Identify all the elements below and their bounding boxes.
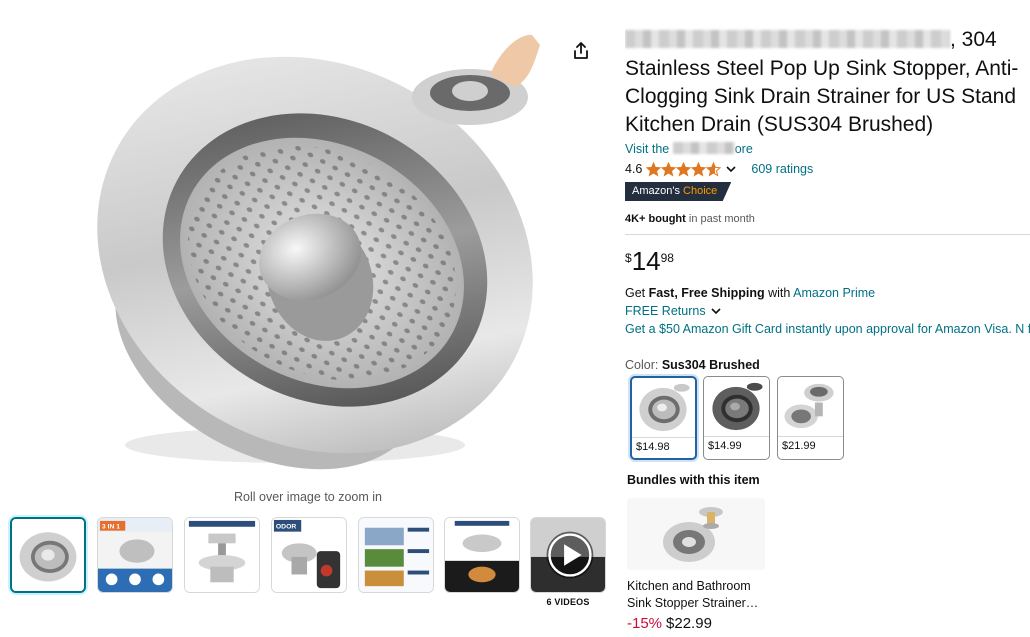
swatch-price: $14.98 bbox=[636, 441, 670, 453]
product-title: Stainless Steel Pop Up Sink Stopper, Ant… bbox=[625, 57, 1019, 136]
bundle-item-title[interactable]: Kitchen and Bathroom Sink Stopper Strain… bbox=[627, 578, 777, 612]
amazon-prime-link[interactable]: Amazon Prime bbox=[793, 286, 875, 300]
chevron-down-icon bbox=[711, 308, 721, 315]
star-icon bbox=[706, 161, 722, 177]
redacted-brand bbox=[625, 30, 950, 48]
price: $1498 bbox=[625, 246, 674, 276]
shipping-mid: with bbox=[764, 286, 794, 300]
store-prefix: Visit the bbox=[625, 142, 673, 156]
store-suffix: ore bbox=[734, 142, 753, 156]
thumb-material[interactable] bbox=[184, 517, 260, 593]
bought-rest: in past month bbox=[685, 213, 755, 225]
color-label: Color: Sus304 Brushed bbox=[625, 358, 760, 372]
shipping-prefix: Get bbox=[625, 286, 649, 300]
thumb-main[interactable] bbox=[10, 517, 86, 593]
returns-label: FREE Returns bbox=[625, 304, 706, 318]
bought-in-past-month: 4K+ bought in past month bbox=[625, 213, 755, 225]
star-rating[interactable] bbox=[646, 161, 722, 177]
bundle-discount: -15% bbox=[627, 615, 663, 632]
redacted-store bbox=[672, 142, 735, 154]
badge-suffix: Choice bbox=[683, 185, 718, 197]
thumb-3in1-label: 3 IN 1 bbox=[102, 524, 120, 531]
main-product-image[interactable] bbox=[60, 25, 550, 480]
brand-suffix: , 304 bbox=[950, 28, 997, 51]
product-details: , 304 Stainless Steel Pop Up Sink Stoppe… bbox=[625, 0, 1030, 637]
share-button[interactable] bbox=[568, 38, 594, 64]
badge-prefix: Amazon's bbox=[632, 185, 680, 197]
brand-line: , 304 bbox=[625, 28, 1030, 52]
bundle-price-value: $22.99 bbox=[666, 615, 712, 632]
bundles-heading: Bundles with this item bbox=[627, 473, 760, 487]
bundle-item-image[interactable] bbox=[627, 498, 765, 570]
star-icon bbox=[646, 161, 662, 177]
zoom-hint: Roll over image to zoom in bbox=[234, 490, 382, 504]
divider bbox=[625, 234, 1030, 235]
color-swatch-3[interactable]: $21.99 bbox=[777, 376, 844, 460]
rating-value: 4.6 bbox=[625, 162, 643, 176]
chevron-down-icon[interactable] bbox=[725, 163, 737, 175]
amazons-choice-badge: Amazon's Choice bbox=[625, 182, 732, 201]
share-icon bbox=[574, 42, 588, 59]
color-label-prefix: Color: bbox=[625, 358, 662, 372]
rating-row: 4.6 609 ratings bbox=[625, 160, 813, 178]
shipping-info: Get Fast, Free Shipping with Amazon Prim… bbox=[625, 286, 875, 300]
thumb-odor-label: ODOR bbox=[276, 524, 296, 531]
free-returns-link[interactable]: FREE Returns bbox=[625, 304, 722, 318]
ratings-count-link[interactable]: 609 ratings bbox=[751, 162, 813, 176]
color-swatch-sus304-brushed[interactable]: $14.98 bbox=[630, 376, 697, 460]
visit-store-link[interactable]: Visit the ore bbox=[625, 142, 753, 156]
price-fraction: 98 bbox=[660, 251, 674, 265]
star-icon bbox=[676, 161, 692, 177]
thumb-odor[interactable]: ODOR bbox=[271, 517, 347, 593]
star-icon bbox=[661, 161, 677, 177]
bought-count: 4K+ bought bbox=[625, 213, 686, 225]
sink-stopper-illustration bbox=[97, 34, 540, 470]
price-whole: 14 bbox=[631, 246, 661, 276]
thumb-dimensions[interactable] bbox=[444, 517, 520, 593]
thumb-video[interactable] bbox=[530, 517, 606, 593]
videos-count-label: 6 VIDEOS bbox=[546, 597, 590, 607]
thumb-features[interactable] bbox=[358, 517, 434, 593]
color-swatch-2[interactable]: $14.99 bbox=[703, 376, 770, 460]
price-symbol: $ bbox=[625, 251, 632, 265]
gift-card-offer-link[interactable]: Get a $50 Amazon Gift Card instantly upo… bbox=[625, 321, 1030, 338]
color-value: Sus304 Brushed bbox=[661, 358, 760, 372]
star-icon bbox=[691, 161, 707, 177]
thumb-3in1[interactable]: 3 IN 1 bbox=[97, 517, 173, 593]
swatch-price: $14.99 bbox=[708, 440, 742, 452]
swatch-price: $21.99 bbox=[782, 440, 816, 452]
bundle-item-price: -15% $22.99 bbox=[627, 615, 712, 632]
shipping-bold: Fast, Free Shipping bbox=[648, 286, 765, 300]
